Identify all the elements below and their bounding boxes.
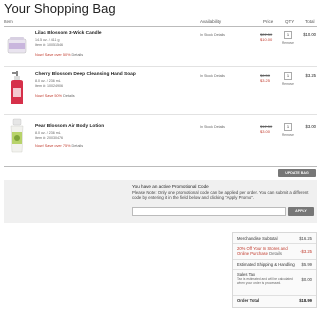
item-name[interactable]: Pear Blossom Air Body Lotion (35, 124, 104, 129)
item-size: 14.5 oz. / 411 g (35, 38, 60, 42)
savings-text: Now! Save over 75% (35, 144, 71, 148)
discount-label: 20% Off Your In Stores and Online Purcha… (237, 246, 295, 256)
order-summary: Merchandise Subtotal $16.25 20% Off Your… (232, 232, 317, 308)
hand-soap-thumbnail[interactable] (6, 70, 28, 106)
subtotal-label: Merchandise Subtotal (237, 236, 278, 241)
body-lotion-thumbnail[interactable] (6, 118, 28, 154)
remove-link[interactable]: Remove (282, 133, 294, 137)
promo-note: Please Note: Only one promotional code c… (132, 190, 309, 201)
col-header-price: Price (263, 19, 274, 24)
tax-value: $0.00 (301, 277, 312, 282)
item-number: Item #: 10051546 (35, 42, 63, 47)
header-divider (4, 26, 317, 27)
availability-status[interactable]: In Stock Details (200, 33, 225, 37)
summary-divider (233, 269, 316, 270)
order-total-value: $18.99 (299, 298, 312, 303)
summary-divider (233, 259, 316, 260)
item-total: $3.25 (305, 73, 316, 78)
item-size: 8.0 oz. / 236 mL (35, 131, 61, 135)
discount-details-link[interactable]: Details (269, 251, 282, 256)
row-divider (4, 114, 317, 115)
sale-price: $3.00 (260, 129, 271, 134)
update-bag-button[interactable]: UPDATE BAG (278, 169, 316, 177)
item-number: Item #: 20030476 (35, 135, 63, 140)
col-header-availability: Availability (200, 19, 222, 24)
summary-divider (233, 295, 316, 296)
promo-title: You have an active Promotional Code (132, 184, 209, 189)
savings-text: Now! Save 50% (35, 94, 63, 98)
item-total: $3.00 (305, 124, 316, 129)
item-number: Item #: 10024906 (35, 83, 63, 88)
item-savings: Now! Save over 50% Details (35, 53, 83, 57)
item-total: $10.00 (303, 32, 316, 37)
quantity-input[interactable]: 1 (284, 31, 292, 39)
discount-value: -$3.25 (300, 249, 312, 254)
sale-price: $10.00 (260, 37, 273, 42)
item-name[interactable]: Cherry Blossom Deep Cleansing Hand Soap (35, 72, 136, 77)
item-meta: 8.0 oz. / 236 mL Item #: 10024906 (35, 79, 63, 88)
item-savings: Now! Save over 75% Details (35, 144, 83, 148)
promo-code-panel: You have an active Promotional Code Plea… (4, 180, 317, 223)
apply-promo-button[interactable]: APPLY (288, 207, 314, 216)
savings-details-link[interactable]: Details (63, 94, 75, 98)
item-name[interactable]: Lilac Blossom 3-Wick Candle (35, 31, 102, 36)
item-meta: 8.0 oz. / 236 mL Item #: 20030476 (35, 131, 63, 140)
tax-note: Tax is estimated and will be calculated … (237, 277, 293, 285)
shipping-value: $5.99 (301, 262, 312, 267)
page-title: Your Shopping Bag (4, 1, 116, 16)
savings-text: Now! Save over 50% (35, 53, 71, 57)
promo-code-input[interactable] (132, 207, 286, 216)
item-meta: 14.5 oz. / 411 g Item #: 10051546 (35, 38, 63, 47)
col-header-total: Total (305, 19, 315, 24)
item-savings: Now! Save 50% Details (35, 94, 75, 98)
savings-details-link[interactable]: Details (72, 53, 84, 57)
remove-link[interactable]: Remove (282, 41, 294, 45)
quantity-input[interactable]: 1 (284, 123, 292, 131)
items-bottom-divider (4, 166, 317, 167)
quantity-input[interactable]: 1 (284, 72, 292, 80)
item-size: 8.0 oz. / 236 mL (35, 79, 61, 83)
remove-link[interactable]: Remove (282, 82, 294, 86)
availability-status[interactable]: In Stock Details (200, 74, 225, 78)
candle-thumbnail[interactable] (6, 34, 28, 56)
summary-divider (233, 243, 316, 244)
savings-details-link[interactable]: Details (72, 144, 84, 148)
shipping-label: Estimated Shipping & Handling (237, 262, 295, 267)
col-header-item: Item (4, 19, 13, 24)
availability-status[interactable]: In Stock Details (200, 125, 225, 129)
order-total-label: Order Total (237, 298, 260, 303)
row-divider (4, 66, 317, 67)
subtotal-value: $16.25 (299, 236, 312, 241)
sale-price: $3.25 (260, 78, 271, 83)
col-header-qty: QTY (285, 19, 295, 24)
